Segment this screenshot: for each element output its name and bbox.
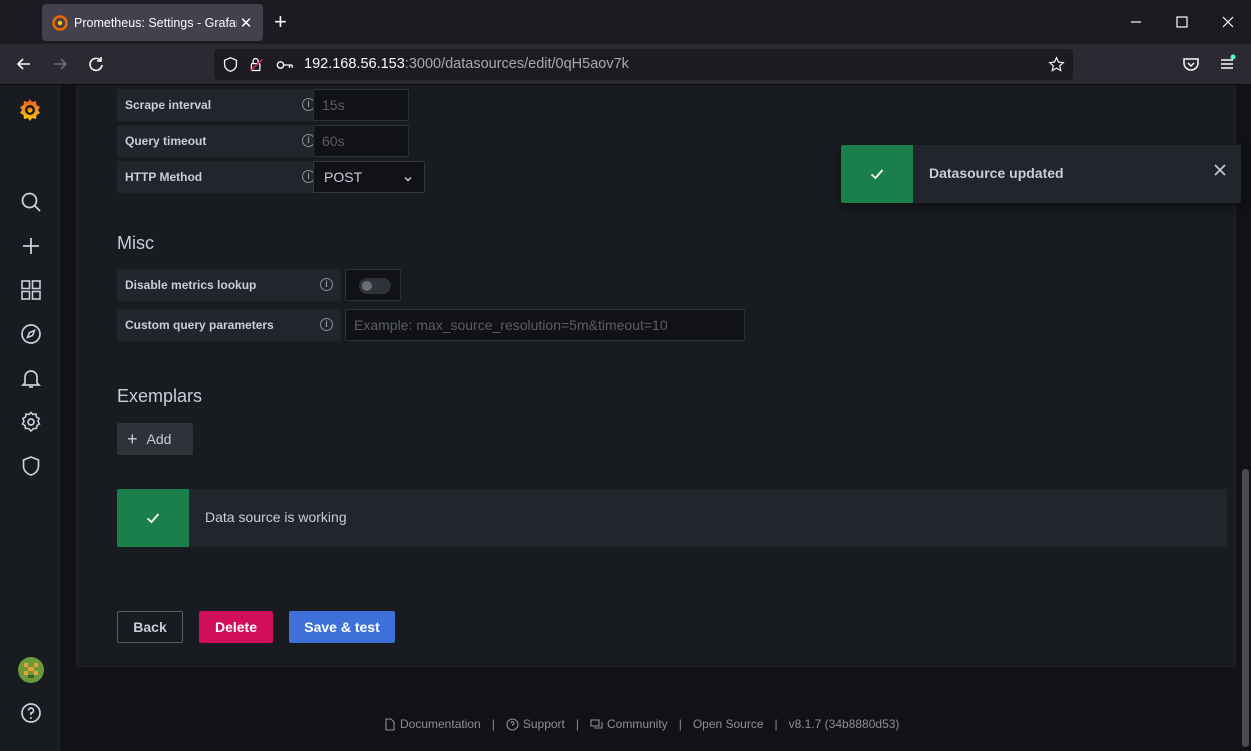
footer-separator: | [491,717,495,731]
shield-tracking-icon[interactable] [222,56,239,73]
explore-icon[interactable] [19,322,43,346]
chevron-down-icon [404,177,412,182]
footer-separator: | [678,717,682,731]
key-icon[interactable] [276,57,294,73]
url-text[interactable]: 192.168.56.153:3000/datasources/edit/0qH… [304,56,629,72]
footer-support-link[interactable]: Support [523,717,565,731]
comments-icon [590,718,603,729]
toast-icon-box [841,145,913,203]
grafana-sidebar [0,85,60,751]
http-method-value: POST [324,169,363,185]
url-bar[interactable]: 192.168.56.153:3000/datasources/edit/0qH… [214,49,1073,80]
browser-tab-bar: Prometheus: Settings - Grafana ✕ + [0,0,1251,44]
minimize-icon[interactable] [1126,12,1146,32]
footer-separator: | [575,717,579,731]
query-timeout-input[interactable]: 60s [313,125,409,157]
alert-text: Data source is working [205,509,347,525]
footer: Documentation | Support | Community | Op… [383,717,899,731]
alert-icon-box [117,489,189,547]
disable-metrics-lookup-label-text: Disable metrics lookup [125,278,257,292]
browser-nav-bar: 192.168.56.153:3000/datasources/edit/0qH… [0,44,1251,85]
http-method-label: HTTP Method i [117,161,323,193]
close-icon[interactable] [1213,163,1227,177]
alerting-bell-icon[interactable] [19,366,43,390]
insecure-lock-icon[interactable] [248,56,265,73]
gear-icon[interactable] [19,410,43,434]
scrollbar-thumb[interactable] [1242,469,1249,747]
info-icon[interactable]: i [320,278,333,291]
close-window-icon[interactable] [1218,12,1238,32]
footer-documentation-link[interactable]: Documentation [400,717,481,731]
grafana-favicon-icon [52,14,68,31]
scrape-interval-input[interactable]: 15s [313,89,409,121]
dashboards-icon[interactable] [19,278,43,302]
datasource-updated-toast: Datasource updated [841,145,1241,203]
document-icon [385,717,395,731]
plus-icon[interactable] [19,234,43,258]
exemplars-section-title: Exemplars [117,386,203,406]
disable-metrics-lookup-label: Disable metrics lookup i [117,269,341,301]
shield-icon[interactable] [19,454,43,478]
footer-community-link[interactable]: Community [607,717,668,731]
check-icon [146,513,160,524]
grafana-logo-icon[interactable] [17,97,43,123]
new-tab-icon[interactable]: + [274,11,287,33]
pocket-icon[interactable] [1181,54,1201,74]
footer-open-source-link[interactable]: Open Source [693,717,764,731]
back-arrow-icon[interactable] [14,54,34,74]
delete-button[interactable]: Delete [199,611,273,643]
custom-query-parameters-label-text: Custom query parameters [125,318,274,332]
check-icon [870,169,884,180]
http-method-label-text: HTTP Method [125,170,203,184]
page-scrollbar[interactable] [1240,85,1251,751]
scrape-interval-label-text: Scrape interval [125,98,212,112]
info-icon[interactable]: i [320,318,333,331]
avatar[interactable] [18,657,44,683]
datasource-working-alert: Data source is working [117,489,1227,547]
url-host: 192.168.56.153 [304,56,405,72]
reload-icon[interactable] [86,54,106,74]
footer-version: v8.1.7 (34b8880d53) [788,717,900,731]
query-timeout-label-text: Query timeout [125,134,207,148]
custom-query-parameters-placeholder: Example: max_source_resolution=5m&timeou… [354,317,668,333]
add-exemplar-button[interactable]: + Add [117,423,193,455]
url-path: :3000/datasources/edit/0qH5aov7k [404,56,629,72]
save-and-test-button[interactable]: Save & test [289,611,395,643]
custom-query-parameters-input[interactable]: Example: max_source_resolution=5m&timeou… [345,309,745,341]
toast-text: Datasource updated [929,165,1064,181]
toggle-knob [362,281,372,291]
scrape-interval-label: Scrape interval i [117,89,323,121]
question-circle-icon [506,717,519,731]
misc-section-title: Misc [117,233,154,253]
query-timeout-placeholder: 60s [322,133,345,149]
search-icon[interactable] [19,190,43,214]
tab-title: Prometheus: Settings - Grafana [74,15,237,30]
tab-close-icon[interactable]: ✕ [237,14,255,32]
disable-metrics-lookup-toggle-container [345,269,401,301]
browser-tab[interactable]: Prometheus: Settings - Grafana ✕ [42,4,263,41]
plus-icon: + [127,429,138,449]
add-exemplar-label: Add [146,431,172,447]
scrape-interval-placeholder: 15s [322,97,345,113]
query-timeout-label: Query timeout i [117,125,323,157]
footer-separator: | [774,717,778,731]
bookmark-star-icon[interactable] [1048,56,1065,73]
http-method-select[interactable]: POST [313,161,425,193]
custom-query-parameters-label: Custom query parameters i [117,309,341,341]
disable-metrics-lookup-toggle[interactable] [359,278,391,294]
back-button[interactable]: Back [117,611,183,643]
menu-icon[interactable] [1217,54,1237,74]
forward-arrow-icon[interactable] [50,54,70,74]
maximize-icon[interactable] [1172,12,1192,32]
help-icon[interactable] [19,701,43,725]
